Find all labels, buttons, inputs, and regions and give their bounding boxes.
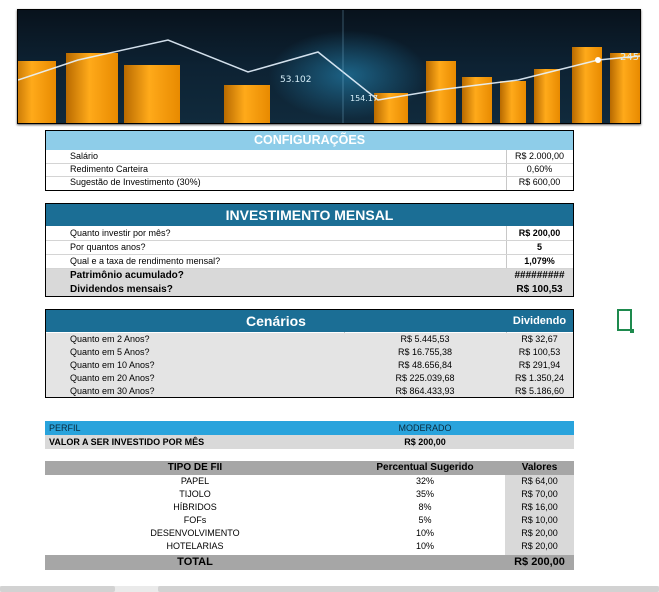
fii-tipo: FOFs bbox=[183, 515, 207, 525]
fii-total-row[interactable]: TOTAL R$ 200,00 bbox=[45, 555, 574, 570]
input-value[interactable]: 5 bbox=[506, 241, 573, 254]
fii-header-tipo: TIPO DE FII bbox=[167, 462, 223, 473]
fii-row[interactable]: PAPEL 32% R$ 64,00 bbox=[45, 475, 574, 488]
fii-header-valores: Valores bbox=[521, 462, 558, 473]
config-value: R$ 2.000,00 bbox=[514, 151, 565, 161]
horizontal-scrollbar[interactable] bbox=[0, 586, 659, 592]
banner-number: 53.102 bbox=[280, 75, 312, 85]
input-label: Quanto investir por mês? bbox=[70, 228, 171, 238]
cenario-value: R$ 225.039,68 bbox=[395, 373, 455, 383]
result-row[interactable]: Dividendos mensais? R$ 100,53 bbox=[46, 283, 573, 296]
cenario-row[interactable]: Quanto em 10 Anos? R$ 48.656,84 R$ 291,9… bbox=[46, 359, 573, 373]
config-table: CONFIGURAÇÕES Salário R$ 2.000,00 Redime… bbox=[45, 130, 574, 191]
cenario-row[interactable]: Quanto em 5 Anos? R$ 16.755,38 R$ 100,53 bbox=[46, 346, 573, 360]
input-row[interactable]: Qual e a taxa de rendimento mensal? 1,07… bbox=[46, 255, 573, 269]
config-label: Sugestão de Investimento (30%) bbox=[70, 177, 201, 187]
cenario-value: R$ 48.656,84 bbox=[397, 360, 453, 370]
cenarios-title: Cenários bbox=[246, 313, 306, 329]
cenario-value: R$ 864.433,93 bbox=[395, 386, 455, 396]
investimento-table: INVESTIMENTO MENSAL Quanto investir por … bbox=[45, 203, 574, 297]
result-value: ######### bbox=[514, 270, 565, 281]
fii-valor: R$ 70,00 bbox=[521, 489, 558, 499]
valor-investido-value: R$ 200,00 bbox=[404, 437, 446, 447]
fii-valor: R$ 20,00 bbox=[521, 541, 558, 551]
cenario-dividend: R$ 32,67 bbox=[521, 334, 558, 344]
fii-tipo: HÍBRIDOS bbox=[173, 502, 217, 512]
cenario-row[interactable]: Quanto em 2 Anos? R$ 5.445,53 R$ 32,67 bbox=[46, 333, 573, 347]
fii-row[interactable]: HÍBRIDOS 8% R$ 16,00 bbox=[45, 501, 574, 514]
input-value[interactable]: R$ 200,00 bbox=[506, 227, 573, 240]
fii-percent: 35% bbox=[415, 489, 434, 499]
result-label: Patrimônio acumulado? bbox=[70, 270, 184, 281]
banner-number: 154.17 bbox=[350, 94, 378, 103]
fii-table: TIPO DE FII Percentual Sugerido Valores … bbox=[45, 461, 574, 570]
cenario-dividend: R$ 100,53 bbox=[518, 347, 561, 357]
fii-total-value: R$ 200,00 bbox=[514, 556, 565, 568]
fii-percent: 8% bbox=[418, 502, 432, 512]
fii-row[interactable]: HOTELARIAS 10% R$ 20,00 bbox=[45, 540, 574, 553]
cenario-row[interactable]: Quanto em 30 Anos? R$ 864.433,93 R$ 5.18… bbox=[46, 385, 573, 397]
cenario-value: R$ 16.755,38 bbox=[397, 347, 453, 357]
fii-percent: 10% bbox=[415, 528, 434, 538]
fii-percent: 32% bbox=[415, 476, 434, 486]
cenario-label: Quanto em 10 Anos? bbox=[70, 360, 155, 370]
fii-header-row: TIPO DE FII Percentual Sugerido Valores bbox=[45, 461, 574, 475]
banner-image: 53.102 154.17 245.57 bbox=[17, 9, 641, 124]
dividend-header: Dividendo bbox=[512, 315, 567, 327]
fii-tipo: TIJOLO bbox=[179, 489, 211, 499]
cenario-label: Quanto em 30 Anos? bbox=[70, 386, 155, 396]
fii-tipo: DESENVOLVIMENTO bbox=[150, 528, 240, 538]
cenario-label: Quanto em 20 Anos? bbox=[70, 373, 155, 383]
fii-valor: R$ 10,00 bbox=[521, 515, 558, 525]
perfil-row[interactable]: PERFIL MODERADO bbox=[45, 421, 574, 435]
input-row[interactable]: Por quantos anos? 5 bbox=[46, 241, 573, 255]
perfil-value: MODERADO bbox=[398, 423, 452, 433]
fii-row[interactable]: TIJOLO 35% R$ 70,00 bbox=[45, 488, 574, 501]
cenario-row[interactable]: Quanto em 20 Anos? R$ 225.039,68 R$ 1.35… bbox=[46, 372, 573, 386]
perfil-label: PERFIL bbox=[49, 423, 81, 433]
config-row[interactable]: Redimento Carteira 0,60% bbox=[46, 163, 573, 177]
cenarios-header: Cenários Dividendo bbox=[46, 310, 573, 332]
banner-number: 245.57 bbox=[620, 52, 640, 63]
fii-tipo: HOTELARIAS bbox=[166, 541, 224, 551]
config-label: Salário bbox=[70, 151, 99, 161]
scrollbar-segment[interactable] bbox=[0, 586, 115, 592]
input-label: Qual e a taxa de rendimento mensal? bbox=[70, 256, 221, 266]
fii-row[interactable]: DESENVOLVIMENTO 10% R$ 20,00 bbox=[45, 527, 574, 540]
cenario-dividend: R$ 5.186,60 bbox=[514, 386, 565, 396]
result-row[interactable]: Patrimônio acumulado? ######### bbox=[46, 269, 573, 284]
fii-valor: R$ 64,00 bbox=[521, 476, 558, 486]
fii-total-label: TOTAL bbox=[177, 556, 213, 568]
scrollbar-segment[interactable] bbox=[158, 586, 659, 592]
fii-valor: R$ 16,00 bbox=[521, 502, 558, 512]
config-value: R$ 600,00 bbox=[518, 177, 561, 187]
valor-investido-label: VALOR A SER INVESTIDO POR MÊS bbox=[49, 437, 205, 447]
selected-cell-cursor[interactable] bbox=[617, 309, 634, 333]
cenario-label: Quanto em 5 Anos? bbox=[70, 347, 150, 357]
input-value[interactable]: 1,079% bbox=[506, 255, 573, 268]
config-label: Redimento Carteira bbox=[70, 164, 149, 174]
fii-tipo: PAPEL bbox=[180, 476, 210, 486]
cenario-dividend: R$ 1.350,24 bbox=[514, 373, 565, 383]
input-row[interactable]: Quanto investir por mês? R$ 200,00 bbox=[46, 227, 573, 241]
fii-row[interactable]: FOFs 5% R$ 10,00 bbox=[45, 514, 574, 527]
valor-investido-row[interactable]: VALOR A SER INVESTIDO POR MÊS R$ 200,00 bbox=[45, 435, 574, 449]
cenario-label: Quanto em 2 Anos? bbox=[70, 334, 150, 344]
fii-header-percentual: Percentual Sugerido bbox=[376, 462, 474, 473]
fii-valor: R$ 20,00 bbox=[521, 528, 558, 538]
config-title: CONFIGURAÇÕES bbox=[46, 131, 573, 150]
config-row[interactable]: Sugestão de Investimento (30%) R$ 600,00 bbox=[46, 176, 573, 189]
investimento-title: INVESTIMENTO MENSAL bbox=[46, 204, 573, 226]
banner-trend-line bbox=[18, 10, 640, 123]
result-value: R$ 100,53 bbox=[516, 284, 563, 295]
cenarios-table: Cenários Dividendo Quanto em 2 Anos? R$ … bbox=[45, 309, 574, 398]
cenario-value: R$ 5.445,53 bbox=[400, 334, 450, 344]
fii-percent: 5% bbox=[418, 515, 432, 525]
fii-percent: 10% bbox=[415, 541, 434, 551]
config-row[interactable]: Salário R$ 2.000,00 bbox=[46, 150, 573, 164]
config-value: 0,60% bbox=[526, 164, 553, 174]
result-label: Dividendos mensais? bbox=[70, 284, 173, 295]
cenario-dividend: R$ 291,94 bbox=[518, 360, 561, 370]
input-label: Por quantos anos? bbox=[70, 242, 146, 252]
